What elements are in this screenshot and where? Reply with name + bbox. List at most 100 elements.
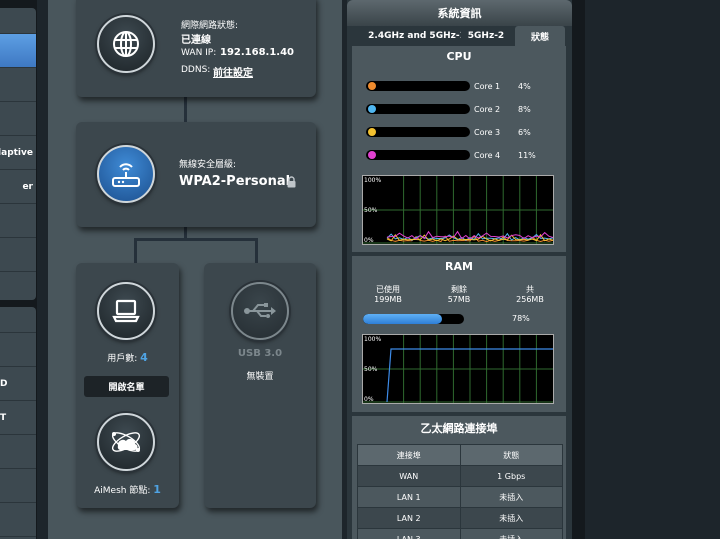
cpu-graph: 100% 50% 0% (362, 175, 554, 245)
ddns-label: DDNS: (181, 65, 211, 75)
sidebar-adv-item-2[interactable] (0, 333, 36, 367)
internet-status-label: 網際網路狀態: (181, 21, 239, 31)
connector-usb (255, 238, 258, 264)
ethernet-port: WAN (357, 465, 461, 487)
sidebar-menu-advanced: D T (0, 307, 36, 539)
wireless-security-value: WPA2-Personal (179, 174, 291, 189)
ethernet-port: LAN 2 (357, 507, 461, 529)
ethernet-status: 未插入 (459, 507, 563, 529)
cpu-core-bar (366, 150, 470, 160)
table-row: LAN 1 未插入 (357, 486, 563, 508)
ethernet-header-port: 連接埠 (357, 444, 461, 466)
tab-5g2[interactable]: 5GHz-2 (461, 26, 511, 46)
cpu-core-usage: 4% (518, 82, 531, 91)
sidebar: laptive er D T (0, 0, 37, 539)
panel-scrollbar[interactable] (572, 0, 585, 539)
ram-total-label: 共 (526, 285, 534, 294)
cpu-core-name: Core 4 (474, 151, 501, 160)
globe-icon (97, 15, 155, 73)
ethernet-status: 未插入 (459, 486, 563, 508)
usb-label: USB 3.0 (237, 348, 283, 359)
ram-graph-label-50: 50% (364, 366, 378, 373)
wireless-security-label: 無線安全層級: (179, 160, 237, 170)
cpu-core-bar (366, 104, 470, 114)
cpu-graph-label-50: 50% (364, 207, 378, 214)
clients-count: 4 (140, 351, 148, 364)
tab-status[interactable]: 狀態 (515, 26, 565, 46)
cpu-core-indicator (368, 82, 376, 90)
table-row: WAN 1 Gbps (357, 465, 563, 487)
cpu-core-bar (366, 127, 470, 137)
wireless-security-card[interactable]: 無線安全層級: WPA2-Personal (76, 122, 316, 227)
ddns-link[interactable]: 前往設定 (213, 64, 253, 79)
ram-section: RAM 已使用 199MB 剩餘 57MB 共 256MB 78% 100% 5… (352, 256, 566, 412)
view-list-button[interactable]: 開啟名單 (84, 376, 169, 397)
sidebar-item-3[interactable] (0, 68, 36, 102)
table-row: LAN 3 未插入 (357, 528, 563, 539)
ram-graph-label-100: 100% (364, 336, 382, 343)
ram-total-value: 256MB (516, 295, 544, 304)
clients-label: 用戶數: (107, 354, 138, 364)
ram-title: RAM (445, 260, 473, 273)
internet-status-value: 已連線 (181, 35, 211, 46)
cpu-graph-label-0: 0% (364, 237, 374, 244)
sidebar-adv-item-6[interactable] (0, 469, 36, 503)
sidebar-item-8[interactable] (0, 238, 36, 272)
ethernet-port: LAN 1 (357, 486, 461, 508)
ram-free-label: 剩餘 (451, 285, 467, 294)
aimesh-count: 1 (153, 483, 161, 496)
sidebar-item-7[interactable] (0, 204, 36, 238)
cpu-core-indicator (368, 105, 376, 113)
ethernet-port: LAN 3 (357, 528, 461, 539)
router-dashboard: laptive er D T 網際網路狀態: 已連線 WAN IP: 192.1… (0, 0, 720, 539)
sidebar-adv-item-4[interactable]: T (0, 401, 36, 435)
aimesh-icon[interactable] (97, 413, 155, 471)
cpu-core-name: Core 1 (474, 82, 501, 91)
sidebar-item-traffic-analyzer[interactable]: er (0, 170, 36, 204)
connector-clients (134, 238, 137, 264)
cpu-core-usage: 6% (518, 128, 531, 137)
cpu-core-bar (366, 81, 470, 91)
system-info-panel: 系統資訊 2.4GHz and 5GHz-1 5GHz-2 狀態 CPU Cor… (347, 0, 572, 539)
sidebar-adv-item-5[interactable] (0, 435, 36, 469)
sidebar-item-network-map[interactable] (0, 34, 36, 68)
network-map: 網際網路狀態: 已連線 WAN IP: 192.168.1.40 DDNS: 前… (48, 0, 342, 539)
sidebar-menu-general: laptive er (0, 8, 36, 300)
cpu-graph-canvas (363, 176, 553, 244)
sidebar-adv-item-7[interactable] (0, 503, 36, 537)
panel-title: 系統資訊 (347, 0, 572, 26)
ram-graph-label-0: 0% (364, 396, 374, 403)
ethernet-status: 未插入 (459, 528, 563, 539)
usb-card: USB 3.0 無裝置 (204, 263, 316, 508)
ram-used-label: 已使用 (376, 285, 400, 294)
wan-ip-value: 192.168.1.40 (220, 47, 295, 58)
ram-usage-bar (363, 314, 464, 324)
internet-status-card[interactable]: 網際網路狀態: 已連線 WAN IP: 192.168.1.40 DDNS: 前… (76, 0, 316, 97)
ram-usage-fill (363, 314, 442, 324)
clients-card: 用戶數: 4 開啟名單 AiMesh 節點: 1 (76, 263, 179, 508)
usb-icon[interactable] (231, 282, 289, 340)
sidebar-adv-item-3[interactable]: D (0, 367, 36, 401)
computer-icon[interactable] (97, 282, 155, 340)
sidebar-item-adaptive-qos[interactable]: laptive (0, 136, 36, 170)
cpu-title: CPU (446, 50, 472, 63)
aimesh-count-row: AiMesh 節點: 1 (76, 483, 179, 496)
tab-2g-5g1[interactable]: 2.4GHz and 5GHz-1 (357, 26, 477, 46)
connector-horizontal (134, 238, 258, 241)
ethernet-status: 1 Gbps (459, 465, 563, 487)
ram-graph: 100% 50% 0% (362, 334, 554, 404)
ram-used-value: 199MB (374, 295, 402, 304)
ethernet-table: 連接埠 狀態 WAN 1 Gbps LAN 1 未插入 LAN 2 未插入 LA… (357, 444, 563, 539)
aimesh-label: AiMesh 節點: (94, 486, 151, 496)
ram-free-value: 57MB (447, 295, 471, 304)
cpu-section: CPU Core 1 4% Core 2 8% Core 3 6% Core 4 11% 10… (352, 46, 566, 252)
sidebar-item-1[interactable] (0, 8, 36, 34)
sidebar-item-4[interactable] (0, 102, 36, 136)
clients-count-row: 用戶數: 4 (76, 351, 179, 364)
ethernet-section: 乙太網路連接埠 連接埠 狀態 WAN 1 Gbps LAN 1 未插入 LAN … (352, 416, 566, 539)
ethernet-header-status: 狀態 (459, 444, 563, 466)
lock-icon (287, 173, 296, 188)
cpu-core-indicator (368, 128, 376, 136)
ethernet-header-row: 連接埠 狀態 (357, 444, 563, 466)
sidebar-adv-item-1[interactable] (0, 307, 36, 333)
